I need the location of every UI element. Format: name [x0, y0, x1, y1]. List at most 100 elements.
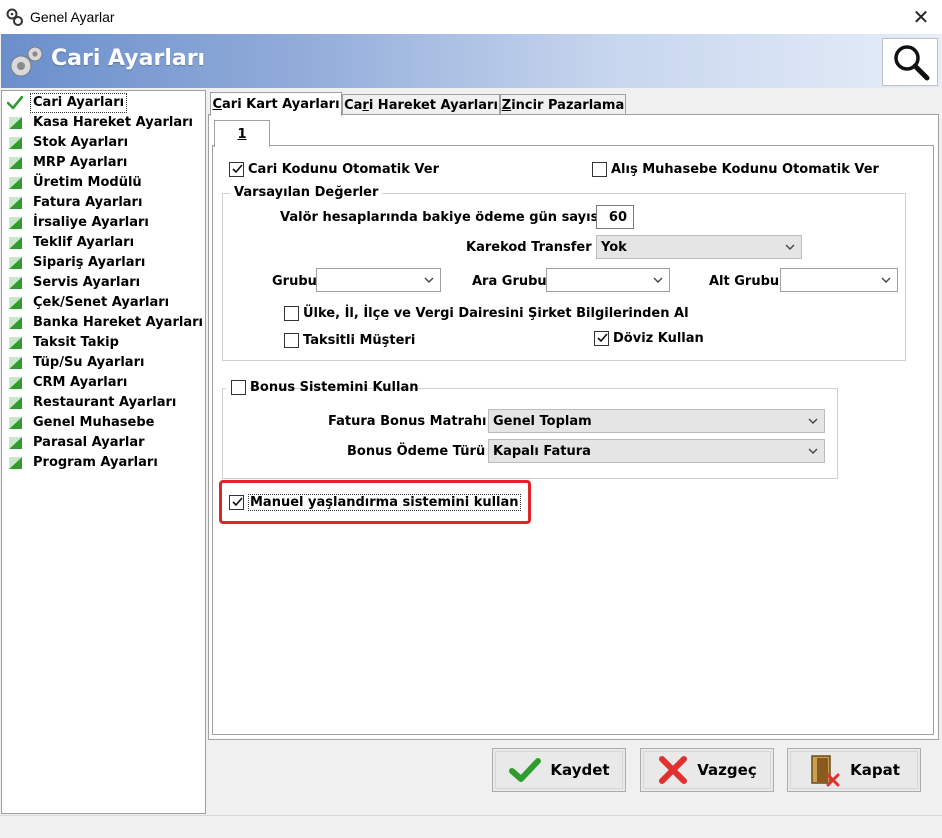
sidebar-item-label: Kasa Hareket Ayarları — [33, 115, 193, 130]
fatura-bonus-value: Genel Toplam — [493, 413, 592, 429]
ara-grubu-select[interactable] — [546, 268, 670, 292]
cancel-x-icon — [659, 756, 688, 784]
karekod-label: Karekod Transfer — [466, 240, 592, 255]
window-title: Genel Ayarlar — [30, 9, 115, 25]
sidebar-item[interactable]: Sipariş Ayarları — [7, 253, 145, 273]
kapat-label: Kapat — [850, 761, 900, 779]
sidebar-item-label: MRP Ayarları — [33, 155, 128, 170]
chevron-down-icon — [653, 277, 663, 283]
kapat-button[interactable]: Kapat — [787, 748, 921, 792]
triangle-marker-icon — [9, 357, 22, 369]
triangle-marker-icon — [9, 397, 22, 409]
triangle-marker-icon — [9, 197, 22, 209]
taksitli-musteri-label: Taksitli Müşteri — [303, 333, 416, 348]
sidebar-item[interactable]: Parasal Ayarlar — [7, 433, 145, 453]
app-gear-icon — [6, 8, 23, 26]
sidebar-item[interactable]: Cari Ayarları — [7, 93, 128, 113]
sidebar-item-label: Teklif Ayarları — [33, 235, 135, 250]
sidebar-item[interactable]: Tüp/Su Ayarları — [7, 353, 144, 373]
sidebar-item[interactable]: Teklif Ayarları — [7, 233, 134, 253]
sidebar-item-label: Üretim Modülü — [33, 175, 142, 190]
alt-grubu-select[interactable] — [780, 268, 898, 292]
check-icon — [509, 758, 542, 782]
triangle-marker-icon — [9, 337, 22, 349]
chevron-down-icon — [808, 418, 818, 424]
doviz-kullan-checkbox[interactable] — [594, 331, 609, 346]
highlight-annotation — [219, 480, 531, 524]
gear-icon — [10, 46, 43, 77]
karekod-value: Yok — [601, 239, 627, 255]
vazgec-button[interactable]: Vazgeç — [640, 748, 774, 792]
sidebar-item[interactable]: Stok Ayarları — [7, 133, 128, 153]
doviz-kullan-label: Döviz Kullan — [613, 331, 704, 346]
sidebar-item[interactable]: Kasa Hareket Ayarları — [7, 113, 193, 133]
sidebar-item[interactable]: Fatura Ayarları — [7, 193, 142, 213]
varsayilan-degerler-title: Varsayılan Değerler — [230, 185, 383, 200]
triangle-marker-icon — [9, 437, 22, 449]
triangle-marker-icon — [9, 297, 22, 309]
page-title: Cari Ayarları — [51, 46, 206, 71]
fatura-bonus-label: Fatura Bonus Matrahı — [328, 414, 487, 429]
chevron-down-icon — [785, 244, 795, 250]
search-button[interactable] — [882, 38, 938, 86]
sidebar-item-label: Stok Ayarları — [33, 135, 129, 150]
sidebar-item-label: Cari Ayarları — [30, 93, 128, 113]
cari-kodu-checkbox[interactable] — [229, 162, 244, 177]
alt-grubu-label: Alt Grubu — [709, 274, 780, 289]
grubu-label: Grubu — [272, 274, 317, 289]
taksitli-musteri-checkbox[interactable] — [284, 333, 299, 348]
triangle-marker-icon — [9, 457, 22, 469]
alis-muhasebe-checkbox[interactable] — [592, 162, 607, 177]
bonus-label: Bonus Sistemini Kullan — [250, 380, 419, 395]
triangle-marker-icon — [9, 377, 22, 389]
valor-input[interactable]: 60 — [596, 205, 634, 229]
karekod-select[interactable]: Yok — [596, 235, 802, 259]
sidebar-item[interactable]: Banka Hareket Ayarları — [7, 313, 203, 333]
sidebar-item[interactable]: Restaurant Ayarları — [7, 393, 176, 413]
close-button[interactable]: ✕ — [906, 4, 936, 30]
sidebar-item[interactable]: Üretim Modülü — [7, 173, 142, 193]
triangle-marker-icon — [9, 317, 22, 329]
chevron-down-icon — [808, 448, 818, 454]
kaydet-button[interactable]: Kaydet — [492, 748, 626, 792]
sidebar-item-label: Taksit Takip — [33, 335, 119, 350]
sidebar-item-label: Sipariş Ayarları — [33, 255, 146, 270]
header-banner: Cari Ayarları — [1, 34, 941, 88]
status-bar — [0, 815, 942, 838]
vazgec-label: Vazgeç — [697, 761, 757, 779]
sidebar-item[interactable]: Genel Muhasebe — [7, 413, 154, 433]
kaydet-label: Kaydet — [550, 761, 610, 779]
sidebar-item-label: Restaurant Ayarları — [33, 395, 177, 410]
sidebar-item[interactable]: Servis Ayarları — [7, 273, 140, 293]
tab-mnemonic: C — [212, 97, 223, 112]
tab-cari-kart-ayarlari[interactable]: Cari Kart Ayarları — [210, 92, 342, 116]
sidebar-item[interactable]: İrsaliye Ayarları — [7, 213, 149, 233]
check-icon — [7, 96, 23, 110]
fatura-bonus-select[interactable]: Genel Toplam — [488, 409, 825, 433]
tab-label: incir Pazarlama — [511, 98, 625, 113]
subtab-1-label: 1 — [237, 126, 247, 142]
bonus-odeme-select[interactable]: Kapalı Fatura — [488, 439, 825, 463]
search-icon — [894, 45, 930, 81]
subtab-1[interactable]: 1 — [214, 120, 270, 147]
sidebar-item[interactable]: MRP Ayarları — [7, 153, 127, 173]
ulke-il-checkbox[interactable] — [284, 306, 299, 321]
sidebar-item-label: Fatura Ayarları — [33, 195, 143, 210]
sidebar-item-label: Tüp/Su Ayarları — [33, 355, 145, 370]
triangle-marker-icon — [9, 157, 22, 169]
triangle-marker-icon — [9, 277, 22, 289]
grubu-select[interactable] — [316, 268, 441, 292]
sidebar-item-label: İrsaliye Ayarları — [33, 215, 149, 230]
sidebar-item[interactable]: Program Ayarları — [7, 453, 158, 473]
sidebar-item[interactable]: CRM Ayarları — [7, 373, 127, 393]
sidebar-item-label: Çek/Senet Ayarları — [33, 295, 170, 310]
cari-kodu-label: Cari Kodunu Otomatik Ver — [248, 162, 440, 177]
sidebar-item[interactable]: Taksit Takip — [7, 333, 119, 353]
bonus-odeme-value: Kapalı Fatura — [493, 443, 591, 459]
sidebar-item-label: Genel Muhasebe — [33, 415, 155, 430]
sidebar-item[interactable]: Çek/Senet Ayarları — [7, 293, 169, 313]
bonus-checkbox[interactable] — [231, 380, 246, 395]
tab-mnemonic: Z — [501, 98, 512, 113]
tab-cari-hareket-ayarlari[interactable]: Ca r i Hareket Ayarları — [342, 94, 500, 116]
tab-zincir-pazarlama[interactable]: Zincir Pazarlama — [500, 94, 626, 116]
